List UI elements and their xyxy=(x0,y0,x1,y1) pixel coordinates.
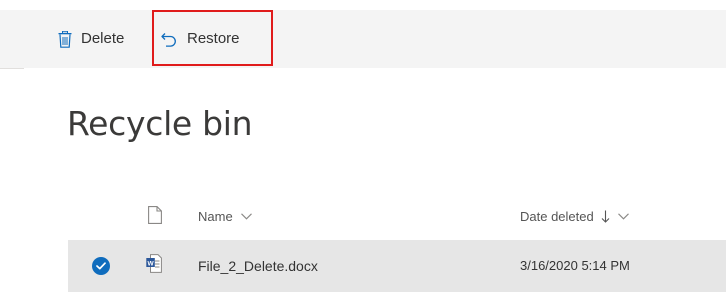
column-name-label: Name xyxy=(198,208,233,224)
command-bar: Delete Restore xyxy=(0,10,726,68)
page-title: Recycle bin xyxy=(67,104,253,143)
column-header-date-deleted[interactable]: Date deleted xyxy=(520,196,629,236)
divider xyxy=(0,68,24,69)
svg-text:W: W xyxy=(147,260,154,267)
chevron-down-icon xyxy=(240,212,252,220)
file-name[interactable]: File_2_Delete.docx xyxy=(198,240,318,292)
top-strip xyxy=(0,0,726,10)
undo-arrow-icon xyxy=(160,30,178,48)
table-row[interactable]: W File_2_Delete.docx 3/16/2020 5:14 PM xyxy=(68,240,726,292)
sort-down-arrow-icon xyxy=(601,210,610,223)
delete-label: Delete xyxy=(81,30,125,47)
delete-button[interactable]: Delete xyxy=(58,10,124,68)
column-date-label: Date deleted xyxy=(520,208,594,224)
trash-icon xyxy=(58,30,72,48)
table-header: Name Date deleted xyxy=(68,196,726,236)
column-header-name[interactable]: Name xyxy=(198,196,252,236)
row-checkmark-icon[interactable] xyxy=(92,257,110,275)
restore-label: Restore xyxy=(187,30,240,47)
word-document-icon: W xyxy=(146,254,162,278)
date-deleted: 3/16/2020 5:14 PM xyxy=(520,258,630,273)
chevron-down-icon xyxy=(617,212,629,220)
restore-button[interactable]: Restore xyxy=(160,10,240,68)
document-icon xyxy=(148,206,162,229)
